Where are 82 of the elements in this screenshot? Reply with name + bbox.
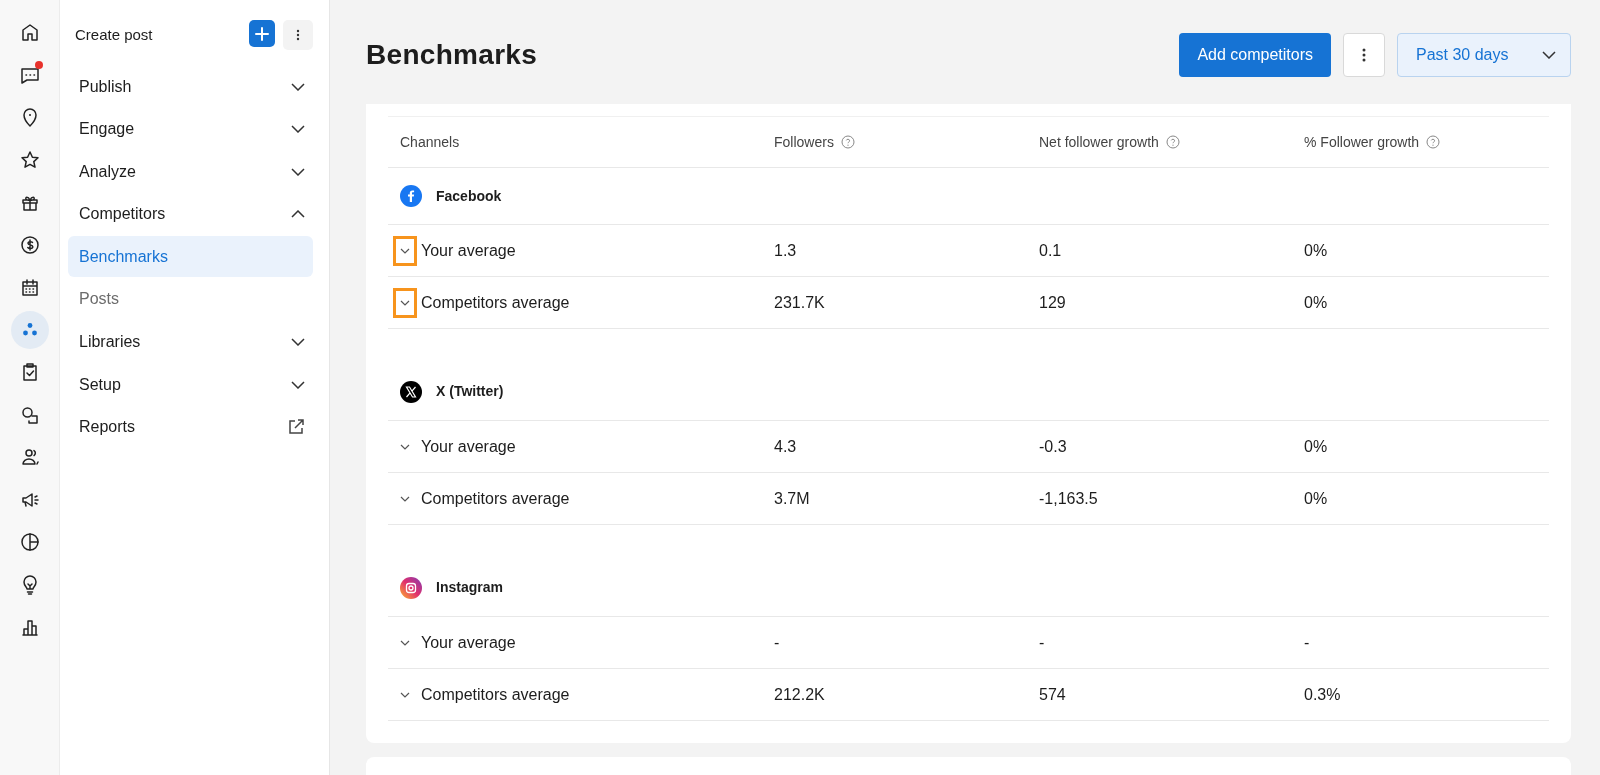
- chevron-down-icon: [291, 380, 305, 389]
- row-label: Your average: [421, 632, 516, 653]
- chevron-down-icon: [400, 495, 410, 502]
- row-label: Competitors average: [421, 684, 570, 705]
- table-cell-text: -: [1304, 632, 1310, 653]
- table-cell-text: 129: [1039, 292, 1066, 313]
- column-header: Followers: [774, 132, 834, 152]
- row-label: Your average: [421, 436, 516, 457]
- table-cell-text: 0.3%: [1304, 684, 1341, 705]
- facebook-logo-icon: [400, 185, 422, 208]
- table-cell-text: 231.7K: [774, 292, 825, 313]
- date-range-dropdown[interactable]: Past 30 days: [1397, 32, 1571, 77]
- sidebar-group[interactable]: Analyze: [68, 151, 313, 193]
- chevron-down-icon: [1542, 50, 1556, 59]
- sidebar-subitem[interactable]: Benchmarks: [68, 236, 313, 278]
- create-post-label: Create post: [75, 24, 153, 45]
- sidebar-label: Publish: [79, 76, 132, 97]
- row-label: Your average: [421, 240, 516, 261]
- channel-name: Instagram: [436, 578, 503, 598]
- sidebar-label: Engage: [79, 119, 135, 140]
- table-cell-text: -: [1039, 632, 1045, 653]
- sidebar-subitem[interactable]: Posts: [68, 278, 313, 320]
- chevron-down-icon: [400, 247, 410, 254]
- sidebar-label: Setup: [79, 374, 121, 395]
- table-cell-text: 0%: [1304, 292, 1328, 313]
- row-label: Competitors average: [421, 292, 570, 313]
- help-icon: [840, 135, 855, 150]
- more-vertical-icon: [296, 29, 300, 41]
- chevron-down-icon: [400, 691, 410, 698]
- table-cell-text: 0%: [1304, 436, 1328, 457]
- table-cell-text: 4.3: [774, 436, 797, 457]
- chevron-down-icon: [291, 167, 305, 176]
- table-cell-text: -0.3: [1039, 436, 1067, 457]
- chevron-down-icon: [400, 443, 410, 450]
- create-post-button[interactable]: [249, 20, 275, 47]
- chevron-down-icon: [291, 82, 305, 91]
- help-icon: [1426, 135, 1441, 150]
- chevron-down-icon: [291, 338, 305, 347]
- table-cell-text: 0.1: [1039, 240, 1062, 261]
- more-vertical-icon: [1362, 47, 1366, 62]
- sidebar-group[interactable]: Engage: [68, 108, 313, 150]
- page-title: Benchmarks: [366, 37, 539, 72]
- sidebar-group[interactable]: Publish: [68, 66, 313, 107]
- column-header: Net follower growth: [1039, 132, 1159, 152]
- sidebar-group[interactable]: Setup: [68, 364, 313, 406]
- highlighted-expand-toggle[interactable]: [393, 235, 417, 266]
- pie-chart-icon: [18, 531, 41, 553]
- sidebar-label: Analyze: [79, 161, 136, 182]
- star-icon: [18, 148, 41, 171]
- table-cell-text: 3.7M: [774, 488, 810, 509]
- sidebar-label: Posts: [79, 289, 119, 310]
- table-cell-text: 0%: [1304, 240, 1328, 261]
- channel-name: Facebook: [436, 186, 502, 206]
- column-header: % Follower growth: [1304, 132, 1420, 152]
- table-cell-text: 574: [1039, 684, 1066, 705]
- table-cell-text: 0%: [1304, 488, 1328, 509]
- external-link-icon: [287, 418, 305, 437]
- chevron-down-icon: [291, 125, 305, 134]
- sidebar-link[interactable]: Reports: [68, 406, 313, 448]
- sidebar-label: Libraries: [79, 332, 141, 353]
- x-logo-icon: [400, 380, 422, 403]
- chevron-up-icon: [291, 210, 305, 219]
- table-cell-text: 1.3: [774, 240, 797, 261]
- help-icon: [1165, 135, 1180, 150]
- sidebar-label: Competitors: [79, 204, 166, 225]
- column-header: Channels: [400, 132, 460, 152]
- sidebar-group[interactable]: Competitors: [68, 193, 313, 235]
- plus-icon: [255, 26, 269, 41]
- sidebar-label: Benchmarks: [79, 246, 168, 267]
- table-cell-text: 212.2K: [774, 684, 825, 705]
- dollar-circle-icon: [18, 233, 41, 256]
- instagram-logo-icon: [400, 576, 422, 599]
- table-cell-text: -1,163.5: [1039, 488, 1098, 509]
- highlighted-expand-toggle[interactable]: [393, 287, 417, 318]
- add-competitors-button[interactable]: Add competitors: [1179, 32, 1331, 77]
- chevron-down-icon: [400, 299, 410, 306]
- sidebar-group[interactable]: Libraries: [68, 321, 313, 363]
- sidebar-label: Reports: [79, 417, 136, 438]
- chevron-down-icon: [400, 639, 410, 646]
- row-label: Competitors average: [421, 488, 570, 509]
- table-cell-text: -: [774, 632, 780, 653]
- channel-name: X (Twitter): [436, 382, 504, 402]
